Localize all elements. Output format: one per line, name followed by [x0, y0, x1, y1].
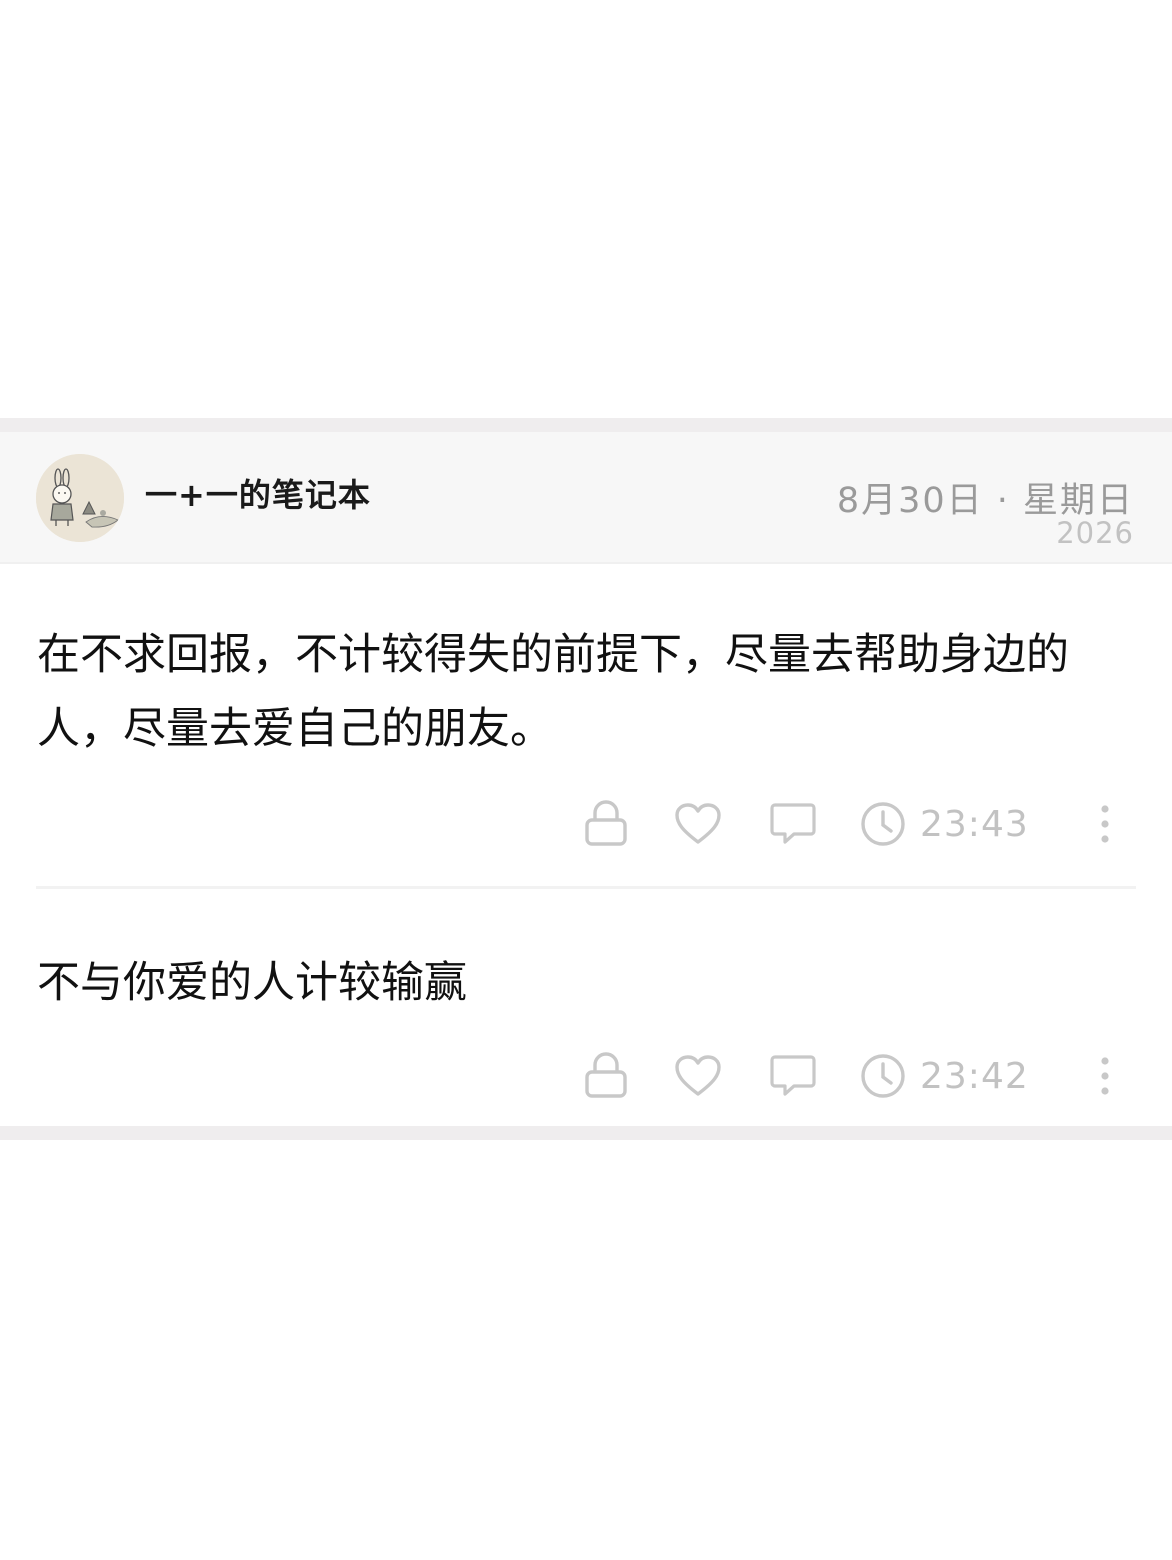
- entry-actions: 23:43: [0, 794, 1172, 854]
- card-header: 一+一的笔记本 8月30日 · 星期日 2026: [0, 432, 1172, 564]
- avatar-illustration: [36, 454, 124, 542]
- page: 一+一的笔记本 8月30日 · 星期日 2026 在不求回报，不计较得失的前提下…: [0, 0, 1172, 1560]
- clock-icon: [861, 1054, 905, 1098]
- entry-divider: [36, 886, 1136, 889]
- more-vertical-icon[interactable]: [1088, 1046, 1122, 1106]
- more-vertical-icon[interactable]: [1088, 794, 1122, 854]
- clock-icon: [861, 802, 905, 846]
- entry-year: 2026: [1056, 516, 1134, 550]
- lock-icon[interactable]: [580, 794, 632, 854]
- entry-time: 23:43: [920, 803, 1029, 845]
- entry-text: 在不求回报，不计较得失的前提下，尽量去帮助身边的人，尽量去爱自己的朋友。: [37, 630, 1069, 754]
- entry-text: 不与你爱的人计较输赢: [37, 958, 467, 1008]
- note-card: 一+一的笔记本 8月30日 · 星期日 2026 在不求回报，不计较得失的前提下…: [0, 418, 1172, 1140]
- entry-actions: 23:42: [0, 1046, 1172, 1106]
- entry-time: 23:42: [920, 1055, 1029, 1097]
- time-display: 23:42: [860, 1046, 1040, 1106]
- notebook-title: 一+一的笔记本: [145, 476, 371, 514]
- comment-icon[interactable]: [767, 1046, 819, 1106]
- heart-icon[interactable]: [672, 794, 724, 854]
- heart-icon[interactable]: [672, 1046, 724, 1106]
- comment-icon[interactable]: [767, 794, 819, 854]
- time-display: 23:43: [860, 794, 1040, 854]
- avatar[interactable]: [36, 454, 124, 542]
- lock-icon[interactable]: [580, 1046, 632, 1106]
